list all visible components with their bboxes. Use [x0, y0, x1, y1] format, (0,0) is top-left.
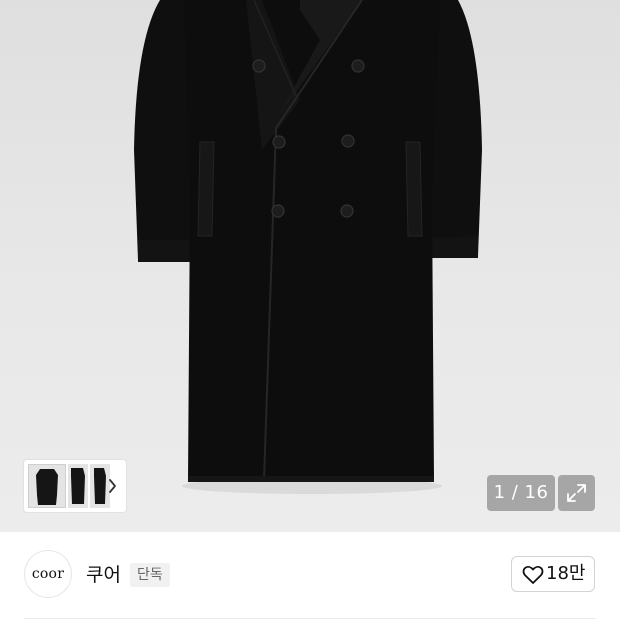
image-page-counter: 1 / 16: [487, 475, 555, 511]
thumbnail-1[interactable]: [28, 464, 66, 508]
chevron-right-icon[interactable]: [104, 476, 120, 496]
expand-image-button[interactable]: [558, 475, 595, 511]
exclusive-badge: 단독: [130, 563, 170, 587]
thumbnail-coat-icon: [36, 469, 58, 505]
like-count: 18만: [546, 563, 586, 584]
product-image-gallery[interactable]: 1 / 16: [0, 0, 620, 532]
product-detail-page: 1 / 16 coor 쿠어 단독 18만: [0, 0, 620, 620]
product-image-coat: [134, 0, 482, 494]
thumbnail-2[interactable]: [68, 464, 88, 508]
expand-arrows-icon: [567, 484, 586, 502]
brand-name-link[interactable]: 쿠어: [86, 562, 121, 588]
brand-logo-text: coor: [31, 566, 65, 582]
like-button[interactable]: 18만: [511, 556, 595, 592]
brand-info-row: coor 쿠어 단독 18만: [0, 532, 620, 620]
heart-outline-icon: [522, 565, 544, 584]
thumbnail-coat-icon: [71, 468, 85, 504]
brand-logo[interactable]: coor: [24, 550, 72, 598]
section-divider: [24, 618, 596, 619]
